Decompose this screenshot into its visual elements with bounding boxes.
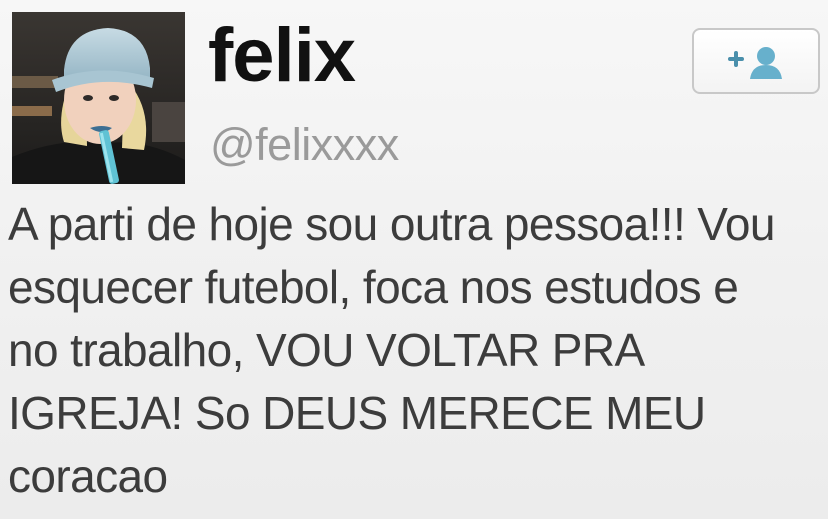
tweet-text: A parti de hoje sou outra pessoa!!! Vou … <box>8 193 808 508</box>
user-handle[interactable]: @felixxxx <box>210 122 399 167</box>
tweet-line: A parti de hoje sou outra pessoa!!! Vou <box>8 198 775 250</box>
tweet-line: IGREJA! So DEUS MERECE MEU <box>8 387 706 439</box>
tweet-card: felix @felixxxx A parti de hoje sou outr… <box>0 0 828 519</box>
avatar-image <box>12 12 185 184</box>
tweet-line: esquecer futebol, foca nos estudos e <box>8 261 739 313</box>
add-user-icon <box>728 47 782 79</box>
follow-button[interactable] <box>692 28 820 94</box>
display-name[interactable]: felix <box>208 18 356 94</box>
tweet-line: coracao <box>8 450 168 502</box>
tweet-line: no trabalho, VOU VOLTAR PRA <box>8 324 645 376</box>
avatar[interactable] <box>12 12 185 184</box>
